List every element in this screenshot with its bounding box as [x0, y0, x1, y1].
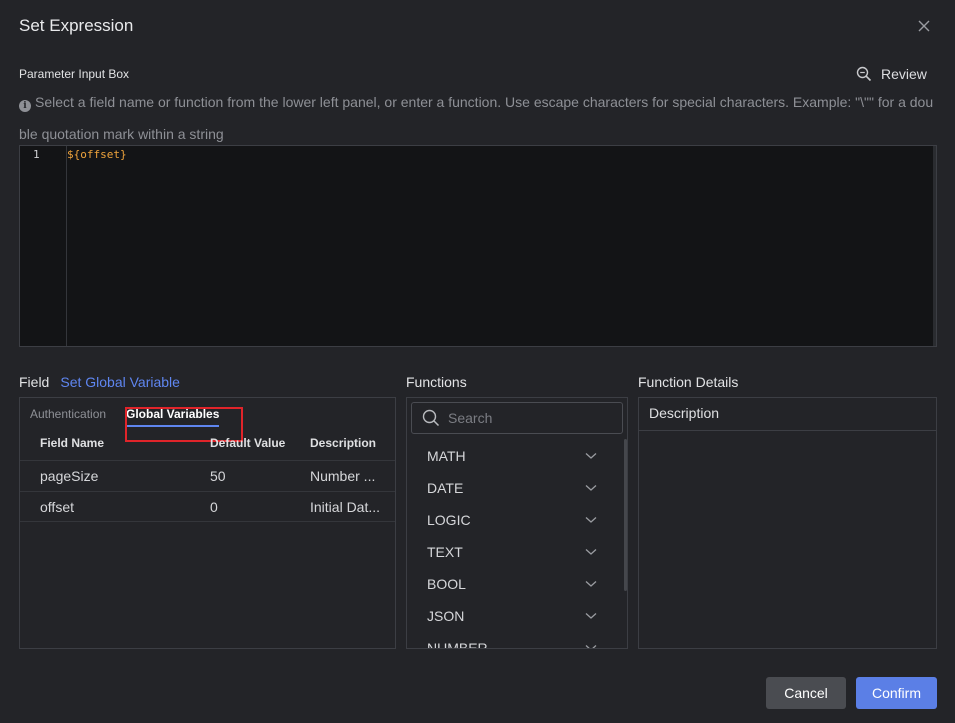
chevron-down-icon: [585, 549, 597, 555]
function-details-title: Function Details: [638, 374, 739, 390]
cancel-button[interactable]: Cancel: [766, 677, 846, 709]
chevron-down-icon: [585, 453, 597, 459]
close-icon[interactable]: [916, 18, 932, 34]
dialog-title: Set Expression: [19, 16, 134, 35]
editor-scrollbar[interactable]: [933, 146, 936, 346]
column-header-default-value: Default Value: [210, 436, 286, 450]
function-category-json[interactable]: JSON: [407, 600, 623, 632]
function-category-text[interactable]: TEXT: [407, 536, 623, 568]
description-header: Description: [639, 398, 936, 431]
functions-pane: MATH DATE LOGIC TEXT BOOL JSON: [406, 397, 628, 649]
row-default-value: 0: [210, 499, 218, 515]
review-button[interactable]: Review: [856, 66, 927, 82]
hint-text-block: i Select a field name or function from th…: [19, 86, 935, 150]
tab-global-variables[interactable]: Global Variables: [126, 407, 220, 427]
row-field-name: pageSize: [40, 468, 99, 484]
chevron-down-icon: [585, 645, 597, 648]
functions-title: Functions: [406, 374, 467, 390]
tab-authentication[interactable]: Authentication: [30, 407, 106, 421]
confirm-button[interactable]: Confirm: [856, 677, 937, 709]
info-icon: i: [19, 100, 31, 112]
parameter-input-label: Parameter Input Box: [19, 67, 130, 81]
function-search-input[interactable]: [448, 410, 608, 426]
row-description: Initial Dat...: [310, 499, 381, 515]
set-global-variable-link[interactable]: Set Global Variable: [60, 374, 180, 390]
column-header-field-name: Field Name: [40, 436, 105, 450]
function-category-date[interactable]: DATE: [407, 472, 623, 504]
editor-code[interactable]: ${offset}: [67, 148, 127, 161]
function-details-pane: Description: [638, 397, 937, 649]
function-category-logic[interactable]: LOGIC: [407, 504, 623, 536]
row-field-name: offset: [40, 499, 74, 515]
function-category-list: MATH DATE LOGIC TEXT BOOL JSON NUMBER: [407, 440, 623, 648]
column-header-description: Description: [310, 436, 377, 450]
function-search-box[interactable]: [411, 402, 623, 434]
table-row[interactable]: pageSize 50 Number ...: [20, 460, 395, 491]
line-number: 1: [33, 148, 40, 161]
chevron-down-icon: [585, 517, 597, 523]
chevron-down-icon: [585, 581, 597, 587]
row-description: Number ...: [310, 468, 376, 484]
field-title: Field: [19, 374, 50, 390]
zoom-search-icon: [856, 66, 872, 82]
function-category-math[interactable]: MATH: [407, 440, 623, 472]
table-row[interactable]: offset 0 Initial Dat...: [20, 491, 395, 522]
functions-scrollbar[interactable]: [624, 439, 627, 591]
chevron-down-icon: [585, 613, 597, 619]
editor-gutter: 1: [20, 146, 67, 346]
field-pane-title: Field Set Global Variable: [19, 374, 180, 390]
table-header: Field Name Default Value Description: [20, 436, 395, 460]
field-pane: Authentication Global Variables Field Na…: [19, 397, 396, 649]
search-icon: [422, 409, 440, 427]
function-category-number[interactable]: NUMBER: [407, 632, 623, 648]
set-expression-dialog: Set Expression Parameter Input Box Revie…: [0, 0, 955, 723]
row-default-value: 50: [210, 468, 226, 484]
chevron-down-icon: [585, 485, 597, 491]
hint-text: Select a field name or function from the…: [19, 94, 934, 142]
function-category-bool[interactable]: BOOL: [407, 568, 623, 600]
review-label: Review: [881, 66, 927, 82]
expression-editor[interactable]: 1 ${offset}: [19, 145, 937, 347]
